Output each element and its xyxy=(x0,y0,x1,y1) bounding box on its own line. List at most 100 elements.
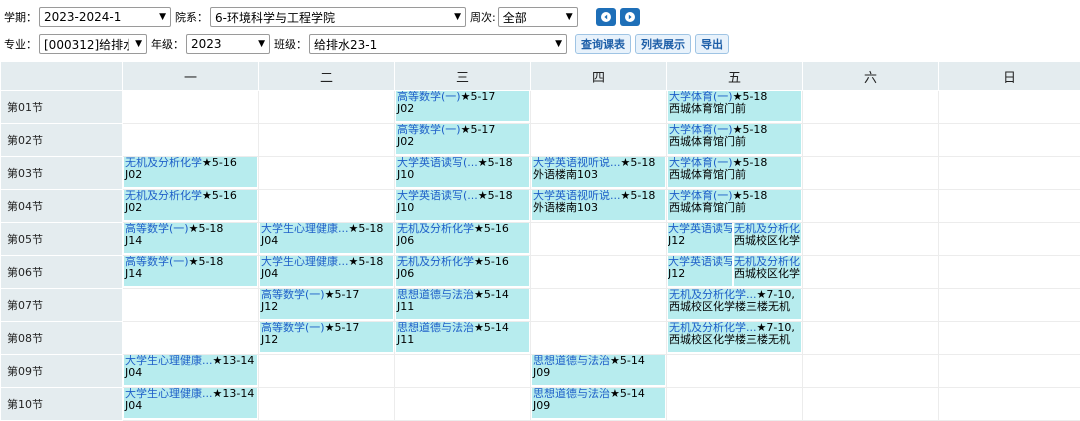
course-entry[interactable]: 高等数学(一)★5-17J02 xyxy=(396,124,529,154)
table-row: 第03节无机及分析化学★5-16J02大学英语读写(...★5-18J10大学英… xyxy=(1,157,1080,190)
schedule-cell xyxy=(531,124,667,157)
schedule-cell: 高等数学(一)★5-17J12 xyxy=(259,289,395,322)
course-entry[interactable]: 无机及分析化学★5-16J06 xyxy=(396,223,529,253)
course-room: 西城校区化学 xyxy=(734,267,800,280)
list-view-button[interactable]: 列表展示 xyxy=(635,34,691,54)
course-entry[interactable]: 大学英语读写J12 xyxy=(668,223,732,253)
course-entry[interactable]: 无机及分析化学...★7-10,西城校区化学楼三楼无机 xyxy=(668,322,801,352)
schedule-cell: 大学英语视听说...★5-18外语楼南103 xyxy=(531,157,667,190)
course-weeks: ★5-14 xyxy=(610,355,645,367)
week-select[interactable]: 全部 ▼ xyxy=(498,7,578,27)
schedule-cell: 大学体育(一)★5-18西城体育馆门前 xyxy=(667,157,803,190)
schedule-cell xyxy=(939,388,1080,421)
course-weeks: ★13-14 xyxy=(213,388,255,400)
grade-select[interactable]: 2023 ▼ xyxy=(186,34,270,54)
course-weeks: ★5-16 xyxy=(202,190,237,202)
schedule-cell xyxy=(803,157,939,190)
course-entry[interactable]: 思想道德与法治★5-14J11 xyxy=(396,322,529,352)
schedule-cell: 大学生心理健康...★13-14J04 xyxy=(123,355,259,388)
schedule-cell: 大学生心理健康...★13-14J04 xyxy=(123,388,259,421)
course-entry[interactable]: 高等数学(一)★5-17J12 xyxy=(260,322,393,352)
course-entry[interactable]: 大学英语视听说...★5-18外语楼南103 xyxy=(532,157,665,187)
course-entry[interactable]: 无机及分析化西城校区化学 xyxy=(734,223,801,253)
class-select[interactable]: 给排水23-1 ▼ xyxy=(309,34,567,54)
course-entry[interactable]: 思想道德与法治★5-14J11 xyxy=(396,289,529,319)
table-row: 第07节高等数学(一)★5-17J12思想道德与法治★5-14J11无机及分析化… xyxy=(1,289,1080,322)
course-room: J06 xyxy=(397,267,414,280)
course-entry[interactable]: 大学英语读写(...★5-18J10 xyxy=(396,157,529,187)
course-room: J04 xyxy=(125,366,142,379)
course-entry[interactable]: 高等数学(一)★5-17J02 xyxy=(396,91,529,121)
course-weeks: ★5-16 xyxy=(474,256,509,268)
schedule-cell: 大学体育(一)★5-18西城体育馆门前 xyxy=(667,124,803,157)
schedule-cell xyxy=(259,190,395,223)
schedule-cell xyxy=(939,322,1080,355)
course-weeks: ★5-18 xyxy=(478,190,513,202)
chevron-down-icon: ▼ xyxy=(555,39,562,49)
grade-select-value: 2023 xyxy=(191,37,222,51)
schedule-cell: 思想道德与法治★5-14J11 xyxy=(395,289,531,322)
course-weeks: ★5-18 xyxy=(478,157,513,169)
major-select-value: [000312]给排水科 xyxy=(44,36,129,53)
course-entry[interactable]: 无机及分析化学★5-16J06 xyxy=(396,256,529,286)
dept-label: 院系： xyxy=(175,9,208,25)
course-entry[interactable]: 大学生心理健康...★13-14J04 xyxy=(124,388,257,418)
query-schedule-button[interactable]: 查询课表 xyxy=(575,34,631,54)
major-select[interactable]: [000312]给排水科 ▼ xyxy=(39,34,147,54)
export-button[interactable]: 导出 xyxy=(695,34,729,54)
course-entry[interactable]: 无机及分析化学...★7-10,西城校区化学楼三楼无机 xyxy=(668,289,801,319)
course-entry[interactable]: 大学体育(一)★5-18西城体育馆门前 xyxy=(668,157,801,187)
schedule-cell: 无机及分析化学★5-16J06 xyxy=(395,256,531,289)
course-entry[interactable]: 思想道德与法治★5-14J09 xyxy=(532,388,665,418)
course-entry[interactable]: 无机及分析化学★5-16J02 xyxy=(124,190,257,220)
course-entry[interactable]: 大学生心理健康...★13-14J04 xyxy=(124,355,257,385)
filter-row-1: 学期： 2023-2024-1 ▼ 院系： 6-环境科学与工程学院 ▼ 周次: … xyxy=(4,6,640,28)
course-entry[interactable]: 大学体育(一)★5-18西城体育馆门前 xyxy=(668,91,801,121)
next-week-button[interactable] xyxy=(620,8,640,26)
course-entry[interactable]: 大学英语视听说...★5-18外语楼南103 xyxy=(532,190,665,220)
week-label: 周次: xyxy=(470,9,496,25)
period-label: 第09节 xyxy=(1,355,123,388)
course-room: 外语楼南103 xyxy=(533,201,598,214)
table-row: 第06节高等数学(一)★5-18J14大学生心理健康...★5-18J04无机及… xyxy=(1,256,1080,289)
course-entry[interactable]: 大学生心理健康...★5-18J04 xyxy=(260,256,393,286)
course-entry[interactable]: 无机及分析化西城校区化学 xyxy=(734,256,801,286)
course-entry[interactable]: 大学体育(一)★5-18西城体育馆门前 xyxy=(668,190,801,220)
schedule-cell: 高等数学(一)★5-18J14 xyxy=(123,256,259,289)
course-entry[interactable]: 高等数学(一)★5-17J12 xyxy=(260,289,393,319)
course-entry[interactable]: 无机及分析化学★5-16J02 xyxy=(124,157,257,187)
course-entry[interactable]: 大学生心理健康...★5-18J04 xyxy=(260,223,393,253)
dept-select[interactable]: 6-环境科学与工程学院 ▼ xyxy=(210,7,466,27)
course-entry[interactable]: 大学体育(一)★5-18西城体育馆门前 xyxy=(668,124,801,154)
course-room: J12 xyxy=(668,267,685,280)
course-room: J02 xyxy=(125,168,142,181)
day-header: 二 xyxy=(259,62,395,91)
class-label: 班级： xyxy=(274,36,307,52)
course-weeks: ★5-17 xyxy=(461,124,496,136)
schedule-cell: 大学英语读写J12无机及分析化西城校区化学 xyxy=(667,223,803,256)
schedule-cell xyxy=(803,322,939,355)
course-entry[interactable]: 高等数学(一)★5-18J14 xyxy=(124,223,257,253)
chevron-down-icon: ▼ xyxy=(454,12,461,22)
course-entry[interactable]: 大学英语读写(...★5-18J10 xyxy=(396,190,529,220)
schedule-cell: 大学英语读写(...★5-18J10 xyxy=(395,157,531,190)
schedule-cell: 思想道德与法治★5-14J09 xyxy=(531,355,667,388)
course-entry[interactable]: 大学英语读写J12 xyxy=(668,256,732,286)
schedule-cell xyxy=(939,256,1080,289)
schedule-cell xyxy=(531,289,667,322)
course-room: J12 xyxy=(261,333,278,346)
course-room: J12 xyxy=(261,300,278,313)
table-row: 第05节高等数学(一)★5-18J14大学生心理健康...★5-18J04无机及… xyxy=(1,223,1080,256)
schedule-cell xyxy=(667,388,803,421)
term-select[interactable]: 2023-2024-1 ▼ xyxy=(39,7,171,27)
prev-week-button[interactable] xyxy=(596,8,616,26)
schedule-cell xyxy=(803,289,939,322)
course-entry[interactable]: 高等数学(一)★5-18J14 xyxy=(124,256,257,286)
schedule-cell xyxy=(259,91,395,124)
course-room: 外语楼南103 xyxy=(533,168,598,181)
day-header: 六 xyxy=(803,62,939,91)
course-entry[interactable]: 思想道德与法治★5-14J09 xyxy=(532,355,665,385)
course-room: J02 xyxy=(125,201,142,214)
course-weeks: ★5-18 xyxy=(349,223,384,235)
schedule-cell xyxy=(939,355,1080,388)
